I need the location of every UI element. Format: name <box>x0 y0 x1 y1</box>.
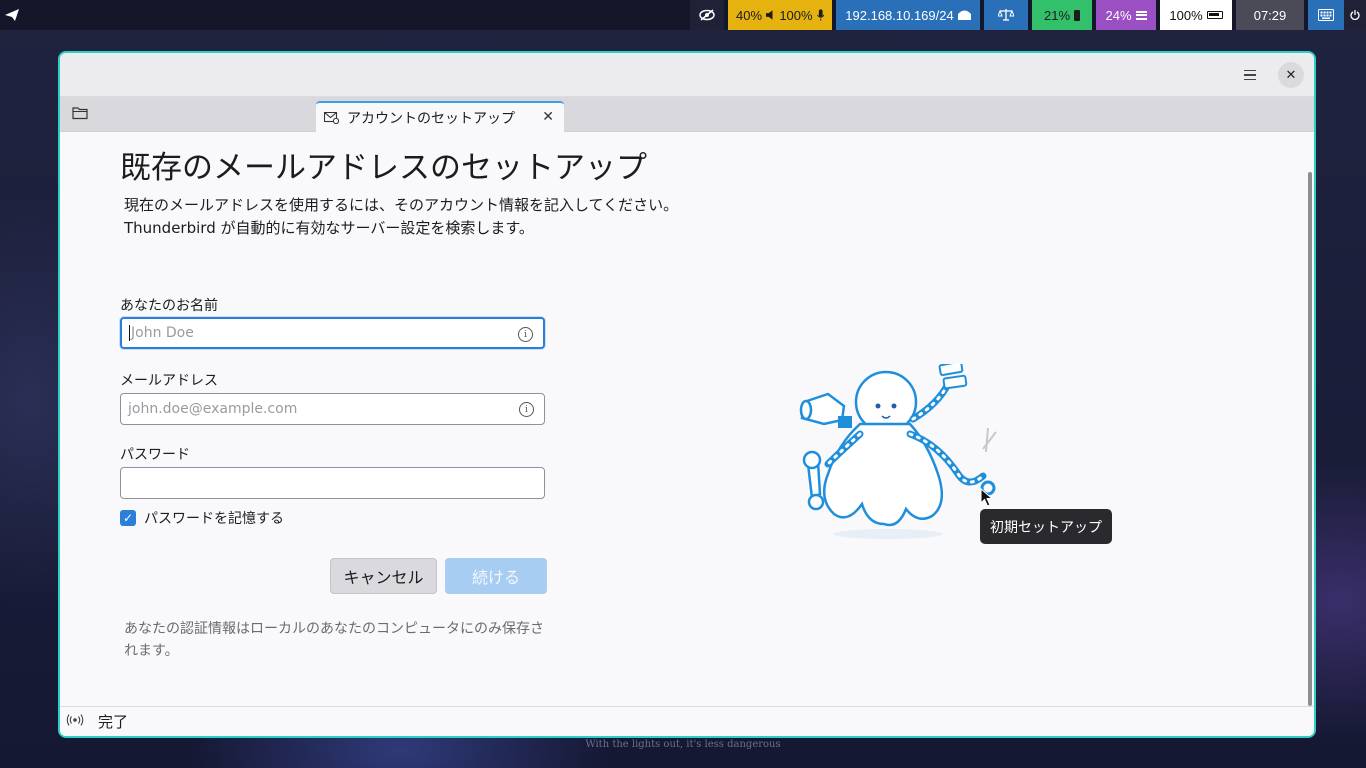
tab-account-setup[interactable]: アカウントのセットアップ ✕ <box>316 101 564 132</box>
folder-tab-icon[interactable] <box>72 106 88 120</box>
octopus-mascot-illustration <box>799 364 997 539</box>
account-setup-page: 既存のメールアドレスのセットアップ 現在のメールアドレスを使用するには、そのアカ… <box>60 132 1314 708</box>
network-widget[interactable]: 192.168.10.169/24 <box>836 0 980 30</box>
hamburger-menu-icon[interactable] <box>1238 63 1262 87</box>
power-icon[interactable] <box>1344 0 1366 30</box>
brightness-widget[interactable]: 100% <box>1160 0 1232 30</box>
battery-widget[interactable]: 21% <box>1032 0 1092 30</box>
page-title: 既存のメールアドレスのセットアップ <box>120 150 647 186</box>
scrollbar[interactable] <box>1308 172 1312 706</box>
memory-icon <box>1135 10 1147 20</box>
activity-icon[interactable] <box>66 714 84 729</box>
volume-value: 40% <box>736 7 763 23</box>
password-label: パスワード <box>120 447 190 463</box>
text-caret <box>129 325 130 341</box>
thunderbird-window: ✕ アカウントのセットアップ ✕ 既存のメールアドレスのセットアップ 現在のメー… <box>58 51 1316 738</box>
cancel-button[interactable]: キャンセル <box>330 558 437 594</box>
balance-icon[interactable] <box>984 0 1028 30</box>
ethernet-icon <box>957 10 971 20</box>
cpu-widget[interactable]: 24% <box>1096 0 1156 30</box>
name-field[interactable]: John Doe i <box>120 317 545 349</box>
volume-widget[interactable]: 40% 100% <box>728 0 832 30</box>
intro-text: 現在のメールアドレスを使用するには、そのアカウント情報を記入してください。 Th… <box>124 194 678 240</box>
intro-line-2: Thunderbird が自動的に有効なサーバー設定を検索します。 <box>124 219 534 237</box>
continue-button[interactable]: 続ける <box>445 558 547 594</box>
close-window-button[interactable]: ✕ <box>1278 62 1304 88</box>
battery-icon <box>1074 9 1081 21</box>
top-bar: 40% 100% 192.168.10.169/24 21% 24% 100% … <box>0 0 1366 30</box>
brightness-value: 100% <box>1169 7 1203 23</box>
status-text: 完了 <box>98 713 129 731</box>
mouse-cursor-icon <box>980 488 994 507</box>
name-label: あなたのお名前 <box>120 298 218 314</box>
mail-settings-icon <box>324 111 339 124</box>
tab-label: アカウントのセットアップ <box>347 110 515 127</box>
intro-line-1: 現在のメールアドレスを使用するには、そのアカウント情報を記入してください。 <box>124 196 679 214</box>
tab-close-icon[interactable]: ✕ <box>542 109 554 125</box>
password-field[interactable] <box>120 467 545 499</box>
clock-text: 07:29 <box>1253 7 1287 23</box>
cpu-value: 24% <box>1105 7 1132 23</box>
clock[interactable]: 07:29 <box>1236 0 1304 30</box>
battery-value: 21% <box>1043 7 1071 23</box>
wallpaper-caption: With the lights out, it's less dangerous <box>585 739 781 750</box>
privacy-note: あなたの認証情報はローカルのあなたのコンピュータにのみ保存されます。 <box>124 621 544 659</box>
mic-value: 100% <box>779 7 813 23</box>
email-placeholder: john.doe@example.com <box>128 401 298 417</box>
status-bar: 完了 <box>60 706 1314 736</box>
speaker-icon <box>766 10 773 20</box>
privacy-eye-icon[interactable] <box>690 0 724 30</box>
info-icon: i <box>519 402 534 417</box>
checkmark-icon[interactable]: ✓ <box>120 510 136 526</box>
tab-bar: アカウントのセットアップ ✕ <box>60 97 1314 132</box>
name-placeholder: John Doe <box>131 325 194 341</box>
keyboard-icon[interactable] <box>1308 0 1344 30</box>
email-label: メールアドレス <box>120 373 218 389</box>
tooltip: 初期セットアップ <box>980 509 1112 544</box>
power-battery-icon <box>1206 11 1223 19</box>
microphone-icon <box>816 9 824 21</box>
email-field[interactable]: john.doe@example.com i <box>120 393 545 425</box>
network-address: 192.168.10.169/24 <box>845 7 954 23</box>
title-bar: ✕ <box>60 53 1314 97</box>
remember-password-checkbox[interactable]: ✓ パスワードを記憶する <box>120 508 284 528</box>
launcher-icon[interactable] <box>0 0 24 30</box>
info-icon: i <box>518 327 533 342</box>
remember-password-label: パスワードを記憶する <box>144 511 284 527</box>
